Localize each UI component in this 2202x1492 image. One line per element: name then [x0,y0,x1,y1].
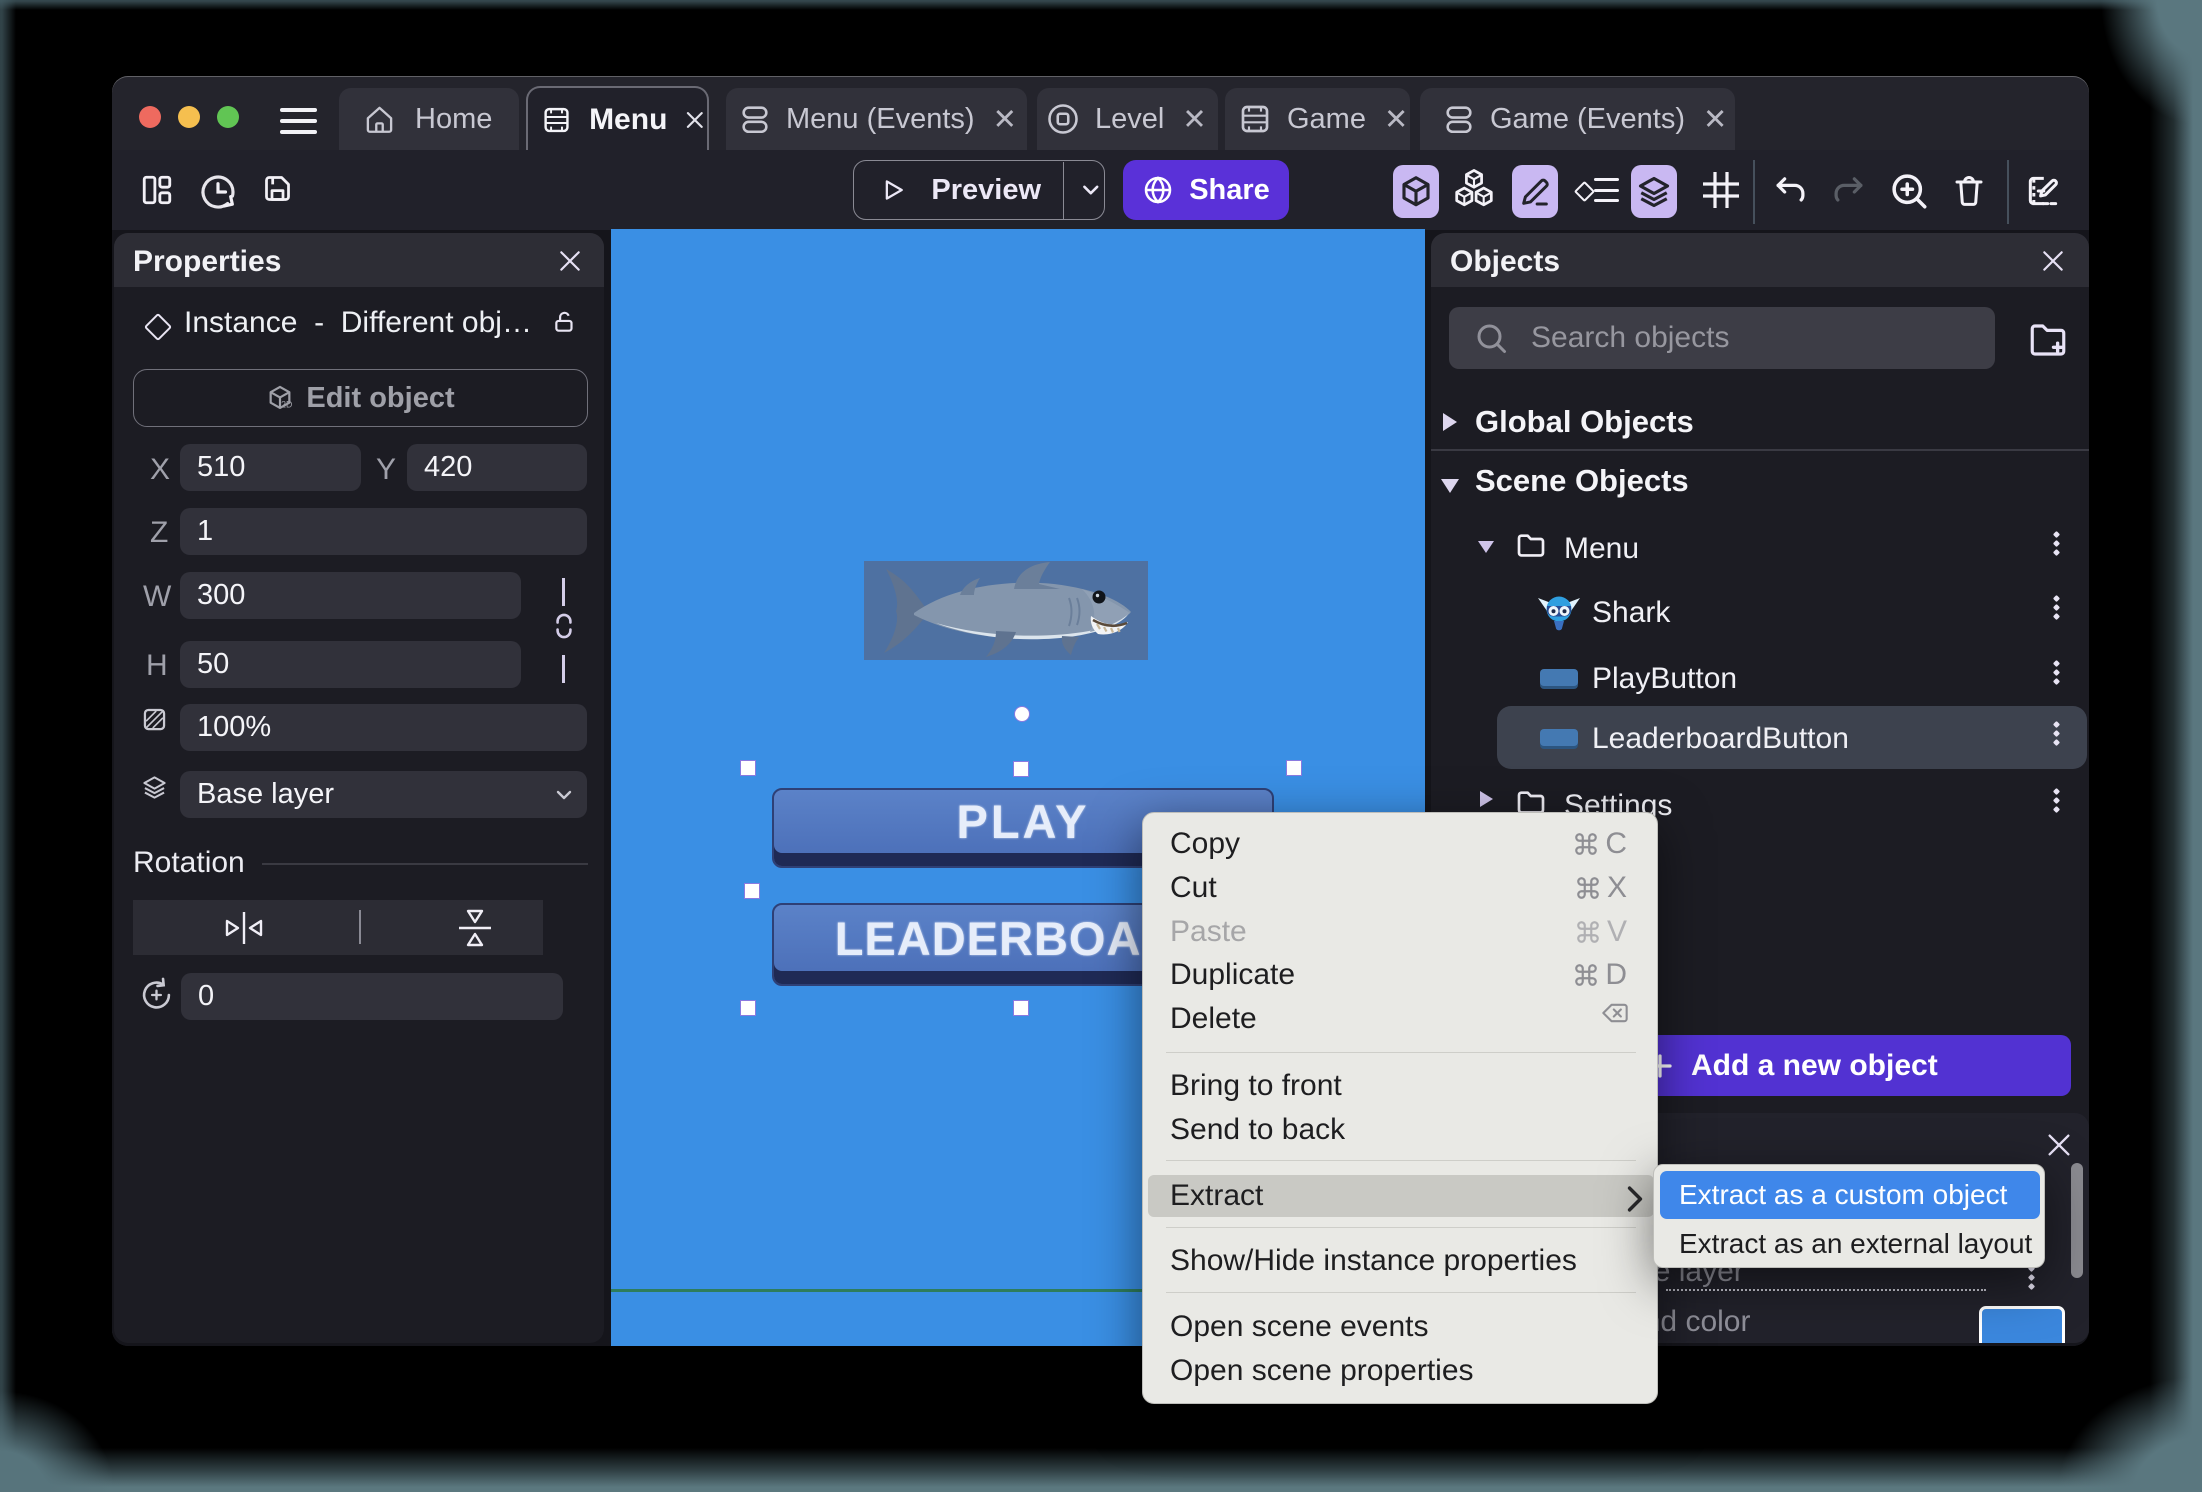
svg-text:2D: 2D [282,399,293,409]
